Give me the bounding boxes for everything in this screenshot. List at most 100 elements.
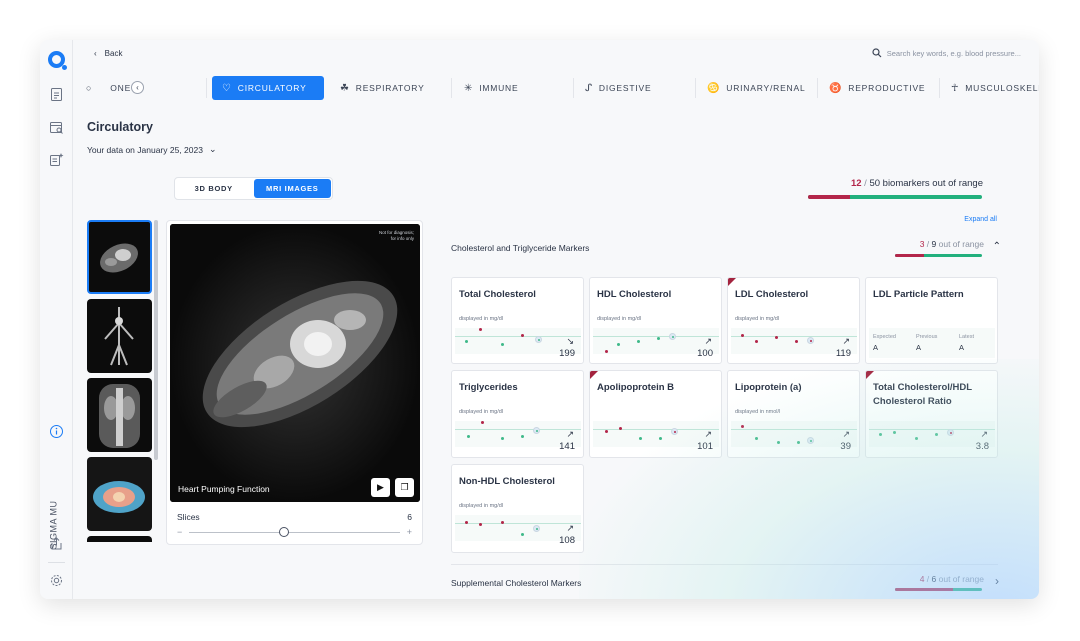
data-point [501, 343, 504, 346]
data-point [893, 431, 896, 434]
tab-divider [695, 78, 696, 98]
tab-urinary-renal[interactable]: ♋ URINARY/RENAL [707, 76, 805, 100]
page-title: Circulatory [87, 120, 153, 134]
app-logo[interactable] [48, 51, 67, 70]
gallery-button[interactable]: ❐ [395, 478, 414, 497]
report-sparkle-icon[interactable] [49, 152, 64, 167]
play-button[interactable]: ▶ [371, 478, 390, 497]
scroll-tabs-left-button[interactable]: ‹ [131, 81, 144, 94]
tab-immune[interactable]: ✳ IMMUNE [464, 76, 518, 100]
date-selector[interactable]: Your data on January 25, 2023 ⌄ [87, 144, 217, 155]
tab-respiratory[interactable]: ☘ RESPIRATORY [340, 76, 425, 100]
search-icon [872, 48, 882, 58]
section-total-count: 6 [931, 574, 937, 584]
card-title: LDL Cholesterol [735, 289, 809, 300]
bone-icon: ○ [86, 83, 93, 93]
data-point [501, 437, 504, 440]
tab-reproductive[interactable]: ♉ REPRODUCTIVE [829, 76, 925, 100]
section-range-bar [895, 588, 982, 591]
play-icon: ▶ [377, 482, 384, 492]
chevron-right-icon[interactable]: › [995, 574, 999, 588]
document-icon[interactable] [49, 87, 64, 102]
mri-thumbnail-list [86, 220, 154, 542]
trend-arrow-icon: ↗ [704, 429, 712, 439]
sidebar: SIGMA MU [40, 40, 73, 599]
card-unit: displayed in mg/dl [459, 316, 504, 322]
trend-arrow-icon: ↘ [566, 336, 574, 346]
data-point [915, 437, 918, 440]
tab-label: DIGESTIVE [598, 83, 652, 93]
share-icon[interactable] [49, 536, 64, 551]
data-point [659, 437, 662, 440]
slider-decrease-button[interactable]: − [177, 527, 182, 537]
data-point [521, 533, 524, 536]
biomarker-card-lipoprotein-a[interactable]: Lipoprotein (a) displayed in nmol/l ↗ 39 [727, 370, 860, 458]
section-title-supplemental[interactable]: Supplemental Cholesterol Markers [451, 578, 581, 588]
view-toggle: 3D BODY MRI IMAGES [174, 177, 333, 200]
info-icon[interactable] [49, 424, 64, 439]
slices-slider[interactable]: − + [177, 527, 412, 537]
biomarker-card-hdl-cholesterol[interactable]: HDL Cholesterol displayed in mg/dl ↗ 100 [589, 277, 722, 364]
thumbnail-scrollbar[interactable] [154, 220, 158, 460]
biomarker-card-ldl-cholesterol[interactable]: LDL Cholesterol displayed in mg/dl ↗ 119 [727, 277, 860, 364]
card-unit: displayed in mg/dl [597, 316, 642, 322]
data-point [741, 334, 744, 337]
card-value: 39 [840, 441, 851, 452]
data-point [605, 430, 608, 433]
settings-gear-icon[interactable] [49, 573, 64, 588]
normal-range-band [731, 336, 857, 337]
mri-thumbnail-pelvis-3d[interactable] [87, 457, 152, 531]
toggle-mri-images[interactable]: MRI IMAGES [253, 179, 331, 198]
biomarker-card-ldl-particle-pattern[interactable]: LDL Particle Pattern Expected A Previous A… [865, 277, 998, 364]
mri-heart-scan [170, 224, 420, 502]
mri-thumbnail-torso[interactable] [87, 378, 152, 452]
user-switcher[interactable]: SIGMA MU [45, 500, 67, 570]
chevron-up-icon[interactable]: ⌃ [993, 241, 1001, 252]
tab-digestive[interactable]: ᔑ DIGESTIVE [585, 76, 651, 100]
trend-arrow-icon: ↗ [842, 429, 850, 439]
section-out-label: out of range [938, 574, 984, 584]
heart-icon: ♡ [222, 82, 232, 94]
biomarker-card-cholesterol-ratio[interactable]: Total Cholesterol/HDL Cholesterol Ratio … [865, 370, 998, 458]
card-value: 3.8 [975, 441, 989, 452]
search-bar[interactable]: Search key words, e.g. blood pressure... [872, 48, 1021, 58]
lungs-icon: ☘ [340, 82, 350, 94]
data-point [795, 340, 798, 343]
data-point [639, 437, 642, 440]
out-count: 12 [850, 178, 862, 189]
card-unit: displayed in mg/dl [735, 316, 780, 322]
tab-skeletal[interactable]: ○ ONE [86, 76, 131, 100]
mri-thumbnail-heart[interactable] [87, 220, 152, 294]
card-title: Apolipoprotein B [597, 382, 675, 393]
slider-handle[interactable] [278, 527, 289, 537]
tab-circulatory[interactable]: ♡ CIRCULATORY [212, 76, 324, 100]
tab-label: ONE [110, 83, 132, 93]
trend-arrow-icon: ↗ [566, 429, 574, 439]
section-out-of-range: 4 / 6 out of range [919, 574, 984, 584]
tab-musculoskeletal[interactable]: ☥ MUSCULOSKELETAL [951, 76, 1039, 100]
normal-range-band [731, 429, 857, 430]
card-unit: displayed in mg/dl [459, 503, 504, 509]
previous-column: Previous A [916, 334, 937, 352]
expand-all-link[interactable]: Expand all [964, 216, 997, 223]
data-point [879, 433, 882, 436]
section-title-cholesterol[interactable]: Cholesterol and Triglyceride Markers [451, 243, 589, 253]
trend-arrow-icon: ↗ [980, 429, 988, 439]
sidebar-divider [48, 562, 65, 563]
calendar-search-icon[interactable] [49, 120, 64, 135]
biomarker-card-apolipoprotein-b[interactable]: Apolipoprotein B ↗ 101 [589, 370, 722, 458]
mri-thumbnail-more[interactable] [87, 536, 152, 542]
toggle-3d-body[interactable]: 3D BODY [175, 178, 253, 199]
diagnosis-disclaimer: Not for diagnosis; for info only [378, 230, 414, 241]
expected-value: A [873, 343, 879, 352]
slider-track [189, 532, 400, 533]
data-point [755, 437, 758, 440]
latest-point [669, 333, 676, 340]
tab-label: MUSCULOSKELETAL [965, 83, 1039, 93]
biomarker-card-non-hdl-cholesterol[interactable]: Non-HDL Cholesterol displayed in mg/dl ↗… [451, 464, 584, 553]
mri-thumbnail-vessels[interactable] [87, 299, 152, 373]
biomarker-card-triglycerides[interactable]: Triglycerides displayed in mg/dl ↗ 141 [451, 370, 584, 458]
back-button[interactable]: ‹ Back [94, 49, 122, 58]
slider-increase-button[interactable]: + [407, 527, 412, 537]
biomarker-card-total-cholesterol[interactable]: Total Cholesterol displayed in mg/dl ↘ 1… [451, 277, 584, 364]
